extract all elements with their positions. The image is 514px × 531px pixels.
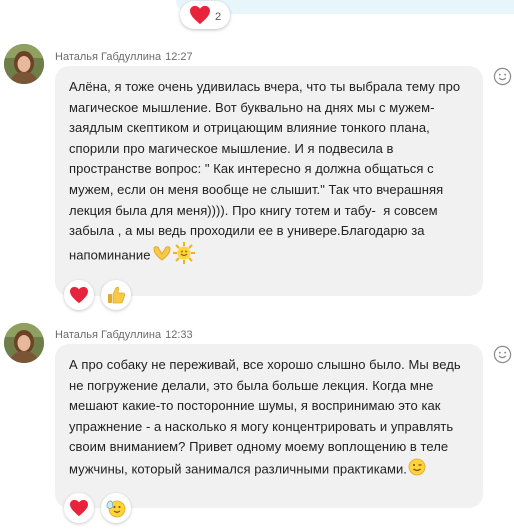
author-name[interactable]: Наталья Габдуллина bbox=[55, 329, 161, 341]
reaction-clapping-button[interactable] bbox=[101, 493, 131, 523]
reaction-thumbs-up-button[interactable] bbox=[101, 280, 131, 310]
clapping-face-icon bbox=[106, 500, 126, 518]
message-line: мужем, если он меня вообще не слышит." Т… bbox=[69, 181, 444, 197]
message-line: своим вниманием? Привет одному моему воп… bbox=[69, 439, 449, 455]
sun-face-icon bbox=[172, 241, 195, 271]
winking-face-icon bbox=[408, 458, 426, 483]
reaction-count: 2 bbox=[214, 11, 222, 23]
heart-hands-icon bbox=[152, 245, 172, 268]
message-text: А про собаку не переживай, все хорошо сл… bbox=[69, 355, 468, 483]
message-bubble[interactable]: Алёна, я тоже очень удивилась вчера, что… bbox=[55, 66, 483, 296]
message-header: Наталья Габдуллина 12:27 bbox=[55, 51, 193, 63]
heart-icon bbox=[70, 286, 88, 304]
message-time: 12:27 bbox=[165, 51, 193, 63]
avatar-photo bbox=[4, 44, 44, 84]
message-line: мешают какие-то посторонние шумы, я восп… bbox=[69, 398, 441, 414]
message-line: мужчины, который занимался различными пр… bbox=[69, 461, 407, 477]
avatar[interactable] bbox=[4, 44, 44, 84]
avatar-photo bbox=[4, 323, 44, 363]
reaction-heart-button[interactable] bbox=[64, 493, 94, 523]
message-line: напоминание bbox=[69, 247, 151, 263]
heart-icon bbox=[70, 499, 88, 517]
reaction-heart-button[interactable] bbox=[64, 280, 94, 310]
previous-message-reaction[interactable]: 2 bbox=[180, 1, 230, 29]
avatar[interactable] bbox=[4, 323, 44, 363]
message-line: пространстве вопрос: " Как интересно я д… bbox=[69, 161, 434, 177]
heart-icon bbox=[189, 5, 210, 25]
message-time: 12:33 bbox=[165, 329, 193, 341]
message-line: лекция была для меня)))). Про книгу тоте… bbox=[69, 202, 438, 218]
author-name[interactable]: Наталья Габдуллина bbox=[55, 51, 161, 63]
message-line: А про собаку не переживай, все хорошо сл… bbox=[69, 357, 461, 372]
message-line: не погружение делали, это была больше ле… bbox=[69, 377, 434, 393]
message-line: магическое мышление. Вот буквально на дн… bbox=[69, 99, 435, 115]
message-bubble[interactable]: А про собаку не переживай, все хорошо сл… bbox=[55, 344, 483, 508]
message-line: забыла , а мы ведь проходили ее в универ… bbox=[69, 223, 425, 239]
message-line: упражнение - а насколько я могу концентр… bbox=[69, 418, 454, 434]
message-line: заядлым скептиком и отрицающим влияние т… bbox=[69, 120, 430, 136]
message-header: Наталья Габдуллина 12:33 bbox=[55, 329, 193, 341]
add-reaction-icon[interactable] bbox=[493, 67, 512, 86]
add-reaction-icon[interactable] bbox=[493, 345, 512, 364]
message-text: Алёна, я тоже очень удивилась вчера, что… bbox=[69, 77, 468, 270]
thumbs-up-icon bbox=[108, 286, 126, 304]
message-line: спорили про магическое мышление. И я под… bbox=[69, 140, 394, 156]
message-line: Алёна, я тоже очень удивилась вчера, что… bbox=[69, 79, 461, 94]
